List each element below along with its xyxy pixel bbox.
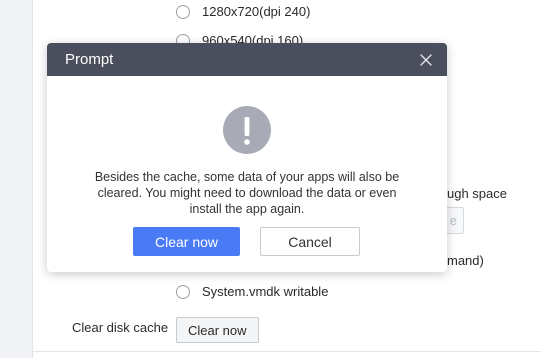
close-icon[interactable]	[417, 51, 435, 69]
prompt-dialog: Prompt Besides the cache, some data of y…	[47, 43, 447, 272]
dialog-title: Prompt	[65, 51, 114, 68]
message-line: install the app again.	[189, 202, 305, 216]
dialog-header: Prompt	[47, 43, 447, 76]
dialog-body: Besides the cache, some data of your app…	[47, 76, 447, 272]
cancel-button[interactable]: Cancel	[260, 227, 360, 256]
message-line: Besides the cache, some data of your app…	[94, 170, 400, 184]
dialog-message: Besides the cache, some data of your app…	[67, 169, 427, 217]
message-line: cleared. You might need to download the …	[97, 186, 397, 200]
clear-now-button[interactable]: Clear now	[133, 227, 240, 256]
settings-page: 1280x720(dpi 240) 960x540(dpi 160) ugh s…	[0, 0, 541, 358]
modal-overlay: Prompt Besides the cache, some data of y…	[0, 0, 541, 358]
exclamation-icon	[223, 106, 271, 154]
